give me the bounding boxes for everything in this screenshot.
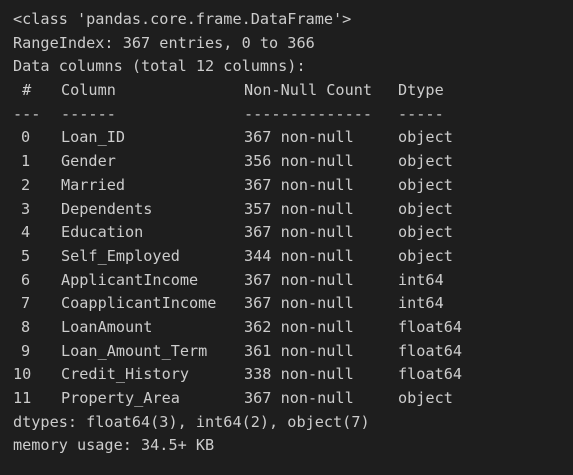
row-dtype: object (398, 223, 453, 242)
row-column-name: Loan_ID (61, 128, 126, 147)
row-dtype: int64 (398, 294, 444, 313)
row-column-name: LoanAmount (61, 317, 153, 336)
separator-num: --- (13, 104, 41, 123)
row-non-null-count: 344 non-null (244, 246, 354, 265)
row-dtype: float64 (398, 365, 463, 384)
row-dtype: object (398, 152, 453, 171)
row-num: 11 (13, 389, 32, 407)
row-num: 2 (21, 175, 31, 194)
row-dtype: object (398, 246, 453, 265)
table-row: 5 Self_Employed 344 non-null object (13, 245, 560, 269)
row-num: 7 (21, 294, 31, 313)
row-num: 8 (21, 317, 31, 336)
row-non-null-count: 338 non-null (244, 365, 354, 384)
table-row: 1 Gender 356 non-null object (13, 150, 560, 174)
row-column-name: ApplicantIncome (61, 270, 199, 289)
table-row: 2 Married 367 non-null object (13, 174, 560, 198)
header-dtype: Dtype (398, 81, 444, 100)
header-num: # (13, 81, 32, 100)
column-rows: 0 Loan_ID 367 non-null object 1 Gender 356 non… (13, 126, 560, 410)
table-row: 0 Loan_ID 367 non-null object (13, 126, 560, 150)
row-non-null-count: 367 non-null (244, 175, 354, 194)
header-column: Column (61, 81, 116, 100)
row-column-name: Gender (61, 152, 116, 171)
row-dtype: object (398, 389, 453, 407)
header-non-null: Non-Null Count (244, 81, 373, 100)
range-index-line: RangeIndex: 367 entries, 0 to 366 (13, 33, 315, 52)
row-num: 5 (21, 246, 31, 265)
separator-dtype: ----- (398, 104, 444, 123)
class-line: <class 'pandas.core.frame.DataFrame'> (13, 10, 352, 28)
table-row: 6 ApplicantIncome 367 non-null int64 (13, 269, 560, 293)
row-column-name: Education (61, 223, 144, 242)
row-non-null-count: 357 non-null (244, 199, 354, 218)
separator-column: ------ (61, 104, 116, 123)
row-num: 6 (21, 270, 31, 289)
table-row: 9 Loan_Amount_Term 361 non-null float64 (13, 340, 560, 364)
data-columns-line: Data columns (total 12 columns): (13, 57, 306, 76)
memory-line: memory usage: 34.5+ KB (13, 436, 215, 455)
row-non-null-count: 367 non-null (244, 389, 354, 407)
row-column-name: Property_Area (61, 389, 180, 407)
row-dtype: int64 (398, 270, 444, 289)
table-row: 7 CoapplicantIncome 367 non-null int64 (13, 292, 560, 316)
separator-non-null: -------------- (244, 104, 373, 123)
row-dtype: float64 (398, 341, 463, 360)
row-column-name: CoapplicantIncome (61, 294, 217, 313)
row-dtype: float64 (398, 317, 463, 336)
row-non-null-count: 367 non-null (244, 223, 354, 242)
row-column-name: Self_Employed (61, 246, 180, 265)
row-column-name: Dependents (61, 199, 153, 218)
row-column-name: Loan_Amount_Term (61, 341, 208, 360)
separator-row: --- ------ -------------- ----- (13, 103, 560, 127)
table-row: 10 Credit_History 338 non-null float64 (13, 363, 560, 387)
row-column-name: Married (61, 175, 126, 194)
row-non-null-count: 356 non-null (244, 152, 354, 171)
table-row: 3 Dependents 357 non-null object (13, 198, 560, 222)
row-column-name: Credit_History (61, 365, 190, 384)
dataframe-info-output: <class 'pandas.core.frame.DataFrame'> Ran… (0, 0, 573, 475)
header-row: # Column Non-Null Count Dtype (13, 79, 560, 103)
row-dtype: object (398, 128, 453, 147)
row-dtype: object (398, 175, 453, 194)
row-num: 10 (13, 365, 32, 384)
table-row: 11 Property_Area 367 non-null object (13, 387, 560, 411)
table-row: 8 LoanAmount 362 non-null float64 (13, 316, 560, 340)
row-non-null-count: 367 non-null (244, 294, 354, 313)
row-num: 1 (21, 152, 31, 171)
row-num: 3 (21, 199, 31, 218)
dtypes-line: dtypes: float64(3), int64(2), object(7) (13, 412, 370, 431)
row-non-null-count: 367 non-null (244, 270, 354, 289)
row-non-null-count: 367 non-null (244, 128, 354, 147)
row-non-null-count: 362 non-null (244, 317, 354, 336)
row-num: 0 (21, 128, 31, 147)
row-non-null-count: 361 non-null (244, 341, 354, 360)
row-num: 9 (21, 341, 31, 360)
table-row: 4 Education 367 non-null object (13, 221, 560, 245)
row-num: 4 (21, 223, 31, 242)
row-dtype: object (398, 199, 453, 218)
